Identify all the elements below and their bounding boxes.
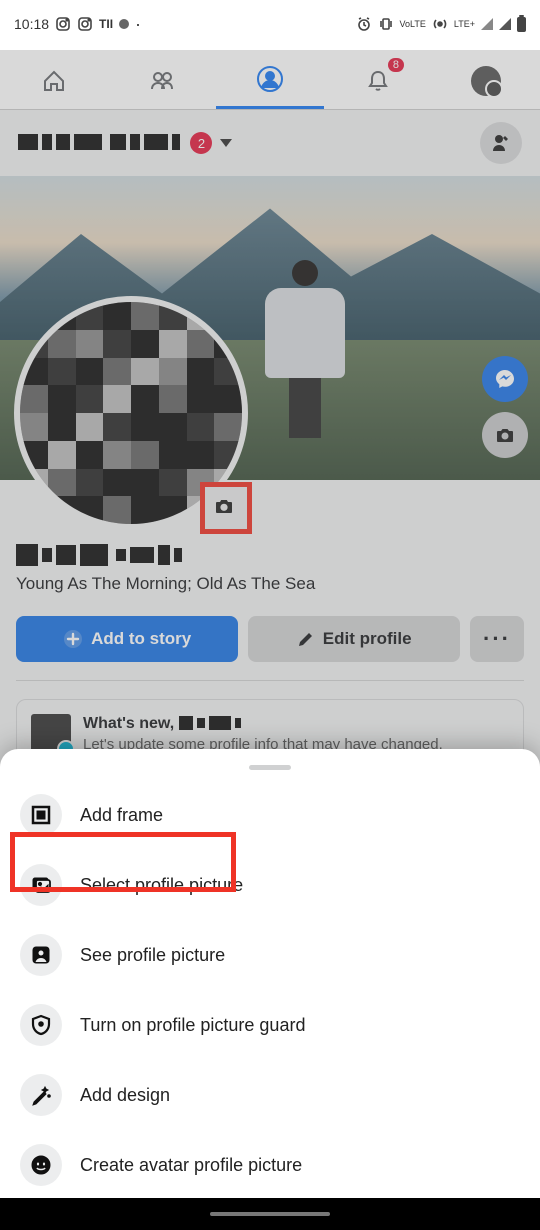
sheet-handle[interactable] [249,765,291,770]
battery-icon [517,17,526,32]
status-dot-icon [119,19,129,29]
menu-label: Select profile picture [80,875,243,896]
instagram-icon [55,16,71,32]
vibrate-icon [378,16,394,32]
profile-picture-menu-sheet: Add frame Select profile picture See pro… [0,749,540,1230]
menu-label: Turn on profile picture guard [80,1015,305,1036]
magic-wand-icon [30,1084,52,1106]
volte-icon: VoLTE [400,20,426,29]
picture-icon [30,874,52,896]
menu-add-design[interactable]: Add design [0,1060,540,1130]
menu-add-frame[interactable]: Add frame [0,780,540,850]
menu-label: Add frame [80,805,163,826]
avatar-face-icon [30,1154,52,1176]
account-box-icon [30,944,52,966]
android-nav-bar[interactable] [0,1198,540,1230]
status-bar: 10:18 TII · VoLTE LTE+ [0,0,540,48]
carrier-text: TII [99,20,113,29]
signal-icon [481,18,493,30]
shield-icon [30,1014,52,1036]
instagram-icon [77,16,93,32]
menu-label: See profile picture [80,945,225,966]
network-type: LTE+ [454,20,475,29]
menu-select-profile-picture[interactable]: Select profile picture [0,850,540,920]
status-time: 10:18 [14,16,49,32]
frame-icon [30,804,52,826]
menu-label: Add design [80,1085,170,1106]
signal-icon [499,18,511,30]
menu-see-profile-picture[interactable]: See profile picture [0,920,540,990]
hotspot-icon [432,16,448,32]
nav-handle [210,1212,330,1216]
menu-picture-guard[interactable]: Turn on profile picture guard [0,990,540,1060]
menu-create-avatar[interactable]: Create avatar profile picture [0,1130,540,1200]
alarm-icon [356,16,372,32]
menu-label: Create avatar profile picture [80,1155,302,1176]
